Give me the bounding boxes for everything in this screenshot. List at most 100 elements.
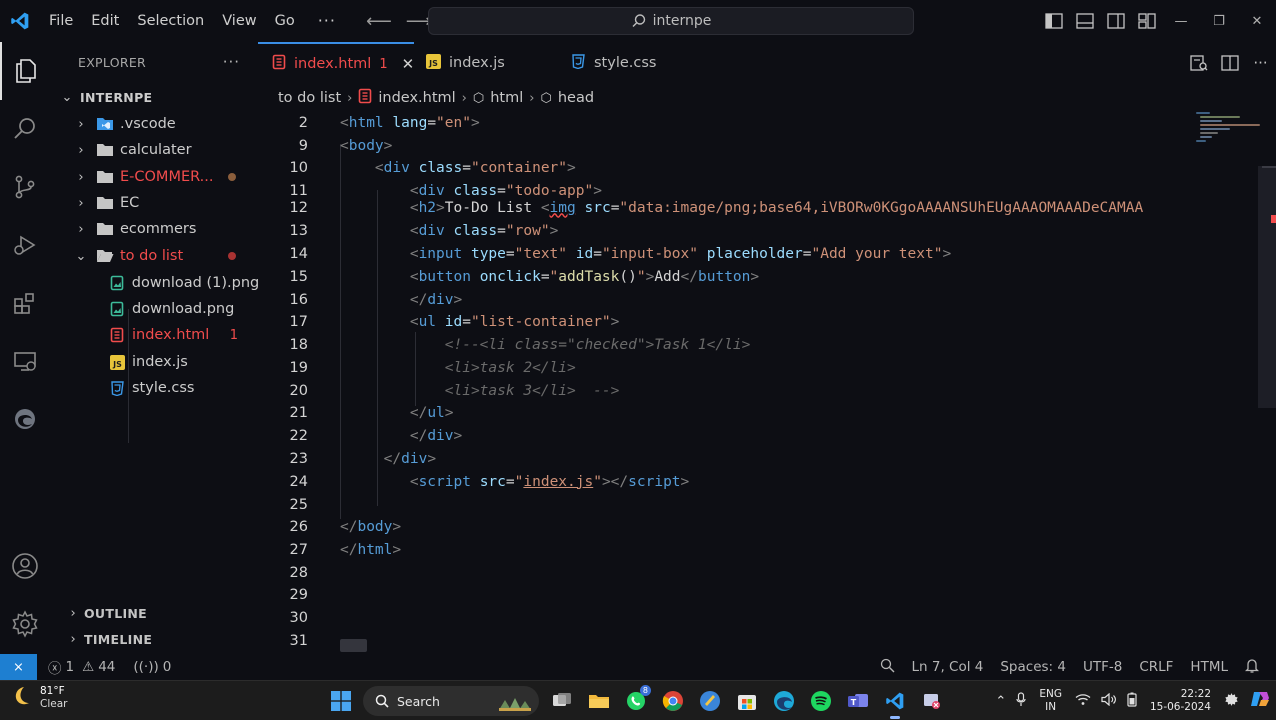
- tree-item[interactable]: › ecommers: [50, 216, 258, 242]
- line-number: 26: [289, 518, 308, 535]
- restore-icon[interactable]: ❐: [1200, 0, 1238, 42]
- wifi-icon[interactable]: [1075, 693, 1091, 710]
- customize-layout-icon[interactable]: [1131, 0, 1162, 42]
- back-arrow-icon[interactable]: ⟵: [366, 11, 392, 32]
- edge-browser-icon[interactable]: [765, 681, 802, 720]
- tree-item[interactable]: ⌄ to do list: [50, 243, 258, 269]
- tree-item[interactable]: › EC: [50, 190, 258, 216]
- outline-section[interactable]: › OUTLINE: [50, 600, 258, 626]
- notifications-bell-icon[interactable]: [1244, 658, 1260, 677]
- code-line: 13 <div class="row">: [258, 219, 1258, 242]
- breadcrumb-folder[interactable]: to do list: [278, 90, 341, 106]
- volume-icon[interactable]: [1101, 692, 1117, 710]
- vscode-taskbar-icon[interactable]: [876, 681, 913, 720]
- source-control-icon[interactable]: [0, 158, 50, 216]
- explorer-icon[interactable]: [0, 42, 50, 100]
- close-window-icon[interactable]: ✕: [1238, 0, 1276, 42]
- teams-icon[interactable]: T: [839, 681, 876, 720]
- zoom-icon[interactable]: [880, 658, 895, 677]
- minimize-icon[interactable]: —: [1162, 0, 1200, 42]
- js-file-icon: JS: [426, 53, 441, 73]
- battery-icon[interactable]: [1127, 692, 1137, 711]
- search-view-icon[interactable]: [0, 100, 50, 158]
- editor-more-icon[interactable]: ···: [1245, 54, 1276, 72]
- tab-index-html[interactable]: index.html 1 ✕: [258, 42, 414, 84]
- windows-start-icon[interactable]: [322, 681, 359, 720]
- remote-explorer-icon[interactable]: [0, 332, 50, 390]
- tree-item[interactable]: index.html 1: [50, 322, 258, 348]
- close-tab-icon[interactable]: ✕: [402, 55, 415, 73]
- menu-go[interactable]: Go: [266, 0, 304, 42]
- minimap[interactable]: [1192, 110, 1260, 150]
- code-line: 9 <body>: [258, 134, 1258, 157]
- remote-indicator-icon[interactable]: ⨯: [0, 654, 37, 680]
- problems-indicator[interactable]: ⓧ 1 ⚠ 44: [48, 657, 115, 677]
- code-text: <input type="text" id="input-box" placeh…: [409, 245, 952, 262]
- toggle-primary-sidebar-icon[interactable]: [1038, 0, 1069, 42]
- ports-indicator[interactable]: ((·)) 0: [133, 659, 171, 675]
- tree-item[interactable]: › E-COMMER...: [50, 164, 258, 190]
- tree-item[interactable]: download.png: [50, 296, 258, 322]
- taskbar-search-box[interactable]: Search: [363, 686, 539, 716]
- menu-file[interactable]: File: [40, 0, 82, 42]
- microphone-icon[interactable]: [1016, 691, 1026, 711]
- weather-widget[interactable]: 81°F Clear: [10, 685, 67, 711]
- problem-count-badge: 1: [229, 327, 238, 343]
- menu-more[interactable]: ···: [304, 0, 350, 42]
- copilot-icon[interactable]: [1249, 688, 1271, 714]
- accounts-icon[interactable]: [0, 540, 50, 592]
- tab-style-css[interactable]: style.css: [558, 42, 698, 84]
- tree-item[interactable]: › calculater: [50, 137, 258, 163]
- file-explorer-icon[interactable]: [580, 681, 617, 720]
- microsoft-store-icon[interactable]: [728, 681, 765, 720]
- run-debug-icon[interactable]: [0, 216, 50, 274]
- chevron-right-icon: ›: [70, 631, 76, 647]
- taskbar-search-label: Search: [397, 693, 440, 709]
- system-clock[interactable]: 22:22 15-06-2024: [1150, 688, 1211, 714]
- python-launcher-icon[interactable]: [691, 681, 728, 720]
- tree-item[interactable]: download (1).png: [50, 270, 258, 296]
- input-language-indicator[interactable]: ENG IN: [1039, 688, 1062, 714]
- code-text: </div>: [409, 291, 463, 308]
- toggle-panel-icon[interactable]: [1069, 0, 1100, 42]
- spotify-icon[interactable]: [802, 681, 839, 720]
- task-view-icon[interactable]: [543, 681, 580, 720]
- end-of-line[interactable]: CRLF: [1139, 659, 1173, 675]
- settings-gear-icon[interactable]: [0, 598, 50, 650]
- edge-devtools-icon[interactable]: [0, 390, 50, 448]
- code-editor[interactable]: 2 <html lang="en"> 9 <body> 10 <div class=…: [258, 110, 1258, 654]
- code-line: 14 <input type="text" id="input-box" pla…: [258, 242, 1258, 265]
- breadcrumb-file[interactable]: index.html: [378, 90, 455, 106]
- whatsapp-icon[interactable]: 8: [617, 681, 654, 720]
- tree-item[interactable]: › .vscode: [50, 111, 258, 137]
- cursor-position[interactable]: Ln 7, Col 4: [912, 659, 984, 675]
- workspace-root[interactable]: ⌄ INTERNPE: [50, 84, 258, 110]
- tree-item[interactable]: style.css: [50, 375, 258, 401]
- command-search-box[interactable]: internpe: [428, 7, 914, 35]
- breadcrumb-element-html[interactable]: html: [490, 90, 523, 106]
- vertical-scrollbar[interactable]: [1258, 166, 1276, 408]
- language-mode[interactable]: HTML: [1190, 659, 1228, 675]
- split-editor-icon[interactable]: [1214, 55, 1245, 71]
- breadcrumb-element-head[interactable]: head: [558, 90, 594, 106]
- timeline-section[interactable]: › TIMELINE: [50, 626, 258, 652]
- chrome-icon[interactable]: [654, 681, 691, 720]
- workspace-root-label: INTERNPE: [80, 89, 153, 105]
- open-preview-icon[interactable]: [1183, 55, 1214, 71]
- code-line: 22 </div>: [258, 424, 1258, 447]
- chevron-right-icon: ›: [78, 142, 84, 158]
- menu-selection[interactable]: Selection: [128, 0, 213, 42]
- region-code: IN: [1045, 701, 1057, 713]
- encoding[interactable]: UTF-8: [1083, 659, 1122, 675]
- toggle-secondary-sidebar-icon[interactable]: [1100, 0, 1131, 42]
- tree-item[interactable]: JS index.js: [50, 349, 258, 375]
- menu-view[interactable]: View: [213, 0, 265, 42]
- extensions-icon[interactable]: [0, 274, 50, 332]
- settings-gear-icon[interactable]: [1224, 692, 1239, 711]
- explorer-more-icon[interactable]: ···: [223, 53, 240, 71]
- indentation[interactable]: Spaces: 4: [1000, 659, 1066, 675]
- menu-edit[interactable]: Edit: [82, 0, 128, 42]
- tab-index-js[interactable]: JS index.js: [414, 42, 558, 84]
- show-hidden-icons-chevron[interactable]: ⌃: [995, 694, 1006, 709]
- snipping-tool-icon[interactable]: [913, 681, 950, 720]
